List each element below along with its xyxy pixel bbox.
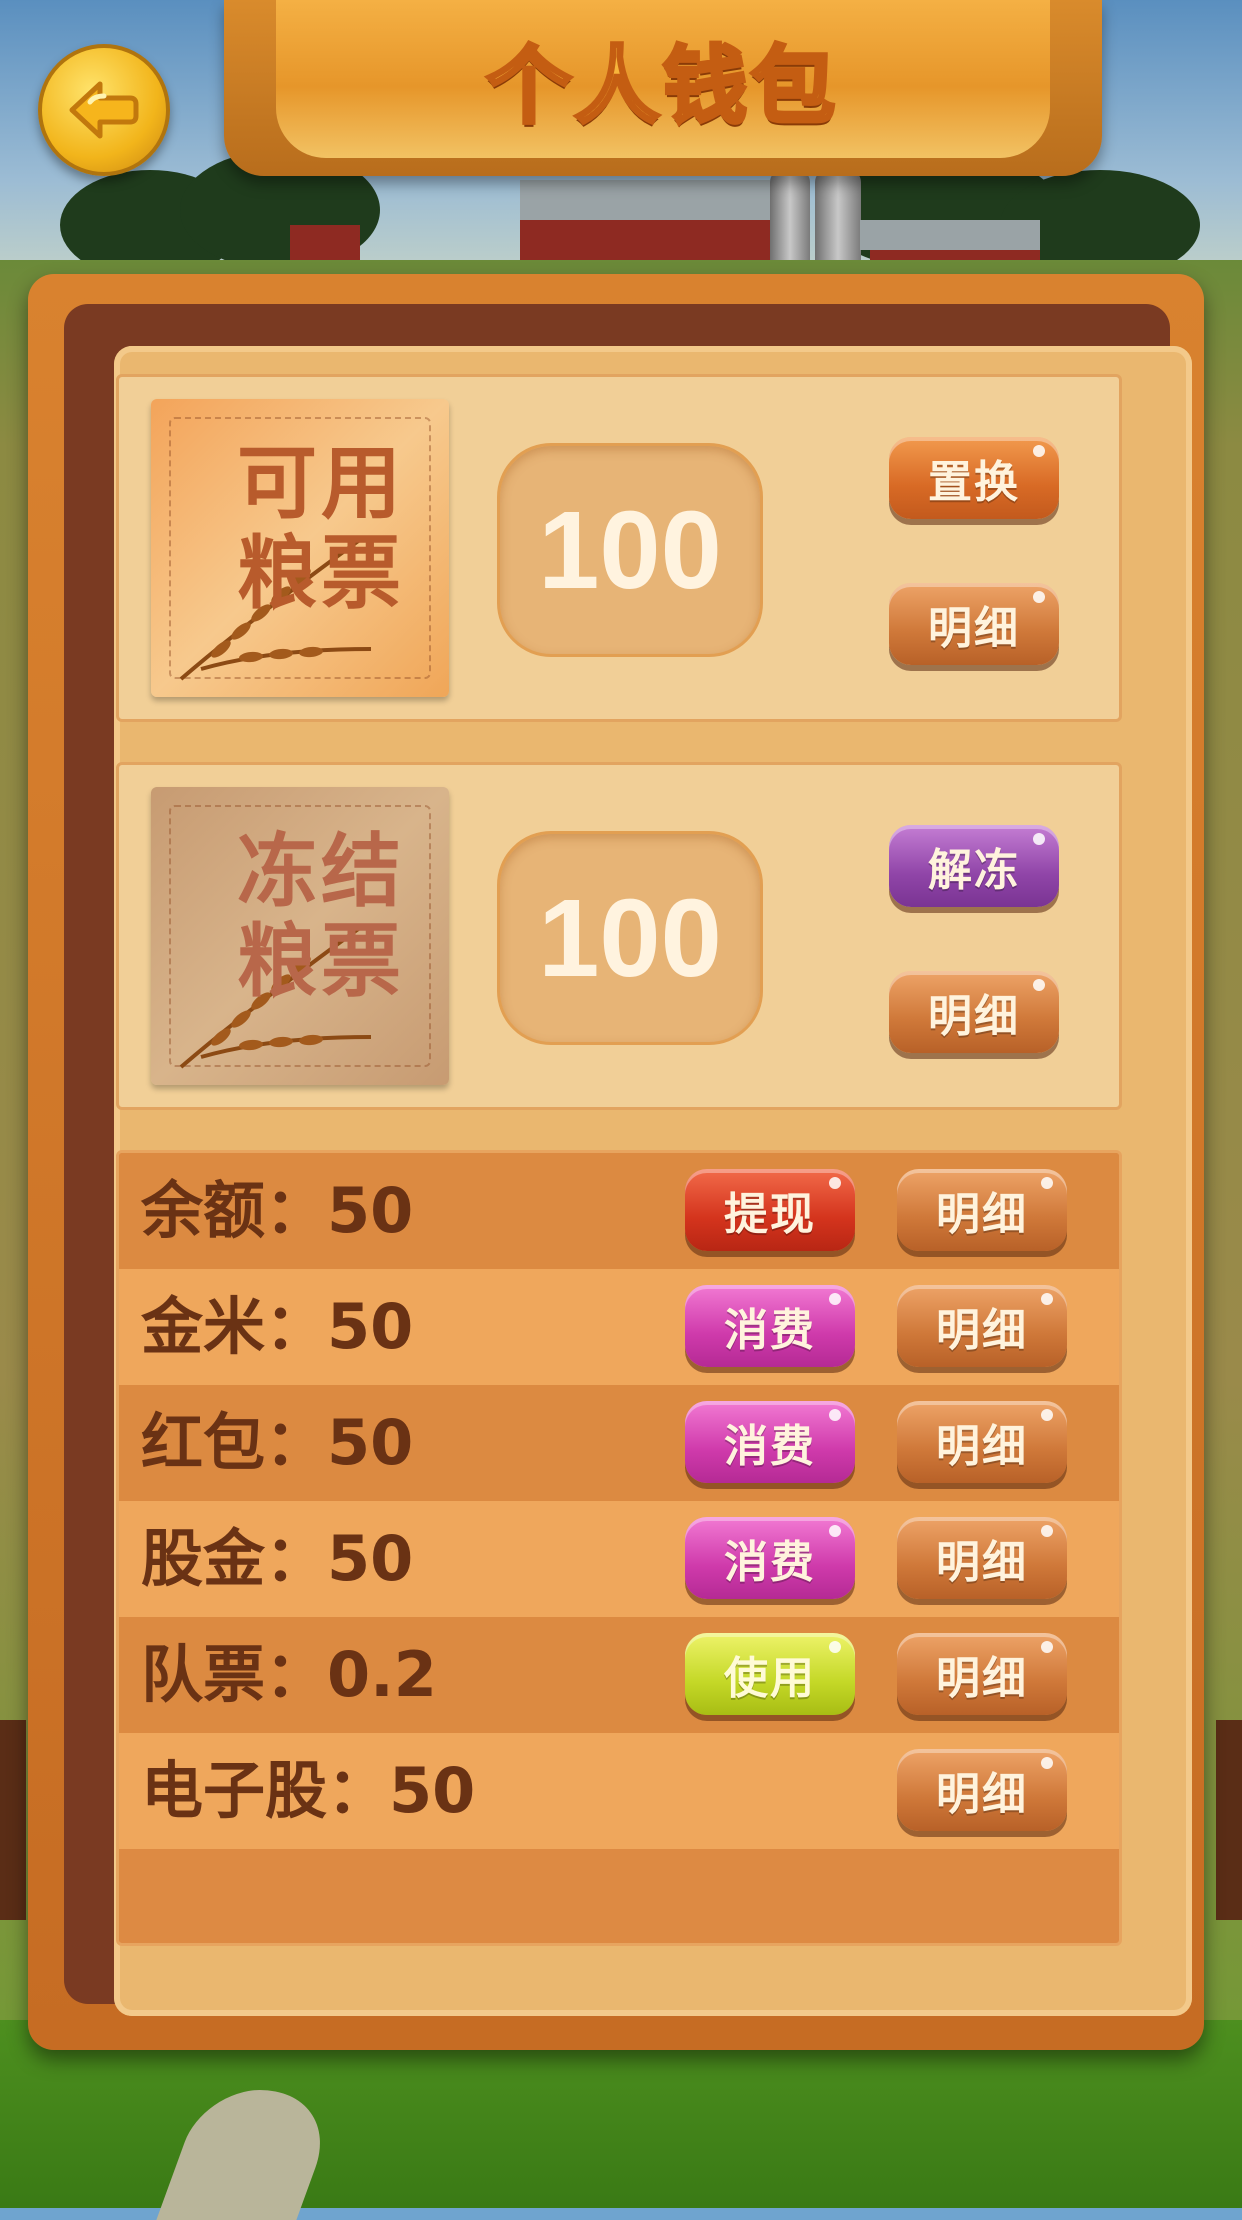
- available-tickets-badge: 可用 粮票: [151, 399, 449, 697]
- ticket-label-line1: 可用: [237, 437, 405, 530]
- row-label: 余额：50: [141, 1174, 414, 1247]
- row-label: 金米：50: [141, 1290, 414, 1363]
- list-item-balance: 余额：50 提现 明细: [119, 1153, 1119, 1269]
- available-tickets-amount-box: 100: [497, 443, 763, 657]
- back-button[interactable]: [38, 44, 170, 176]
- ticket-label-line2: 粮票: [237, 915, 405, 1008]
- gold-rice-detail-button[interactable]: 明细: [897, 1285, 1067, 1367]
- available-tickets-detail-button[interactable]: 明细: [889, 583, 1059, 665]
- share-capital-spend-button[interactable]: 消费: [685, 1517, 855, 1599]
- row-label: 股金：50: [141, 1522, 414, 1595]
- ticket-label-line2: 粮票: [237, 527, 405, 620]
- frozen-tickets-badge: 冻结 粮票: [151, 787, 449, 1085]
- red-packet-spend-button[interactable]: 消费: [685, 1401, 855, 1483]
- share-capital-detail-button[interactable]: 明细: [897, 1517, 1067, 1599]
- row-label: 队票：0.2: [141, 1638, 437, 1711]
- list-item-e-shares: 电子股：50 明细: [119, 1733, 1119, 1849]
- team-ticket-use-button[interactable]: 使用: [685, 1633, 855, 1715]
- back-arrow-icon: [69, 81, 139, 139]
- e-shares-detail-button[interactable]: 明细: [897, 1749, 1067, 1831]
- list-item-team-ticket: 队票：0.2 使用 明细: [119, 1617, 1119, 1733]
- fence-post: [0, 1720, 26, 1920]
- fence-post: [1216, 1720, 1242, 1920]
- available-tickets-amount: 100: [538, 488, 722, 612]
- unfreeze-button[interactable]: 解冻: [889, 825, 1059, 907]
- frozen-tickets-detail-button[interactable]: 明细: [889, 971, 1059, 1053]
- ticket-label-line1: 冻结: [237, 825, 405, 918]
- frozen-tickets-card: 冻结 粮票 100 解冻 明细: [116, 762, 1122, 1110]
- gold-rice-spend-button[interactable]: 消费: [685, 1285, 855, 1367]
- withdraw-button[interactable]: 提现: [685, 1169, 855, 1251]
- frozen-tickets-amount-box: 100: [497, 831, 763, 1045]
- list-item-share-capital: 股金：50 消费 明细: [119, 1501, 1119, 1617]
- frozen-tickets-amount: 100: [538, 876, 722, 1000]
- row-label: 电子股：50: [141, 1754, 476, 1827]
- red-packet-detail-button[interactable]: 明细: [897, 1401, 1067, 1483]
- available-tickets-card: 可用 粮票 100 置换 明细: [116, 374, 1122, 722]
- exchange-button[interactable]: 置换: [889, 437, 1059, 519]
- list-item-gold-rice: 金米：50 消费 明细: [119, 1269, 1119, 1385]
- title-banner: 个人钱包: [224, 0, 1102, 176]
- team-ticket-detail-button[interactable]: 明细: [897, 1633, 1067, 1715]
- page-title: 个人钱包: [485, 35, 839, 137]
- row-label: 红包：50: [141, 1406, 414, 1479]
- balance-detail-button[interactable]: 明细: [897, 1169, 1067, 1251]
- balances-list: 余额：50 提现 明细 金米：50 消费 明细 红包：50 消费 明细 股金：5…: [116, 1150, 1122, 1946]
- list-item-red-packet: 红包：50 消费 明细: [119, 1385, 1119, 1501]
